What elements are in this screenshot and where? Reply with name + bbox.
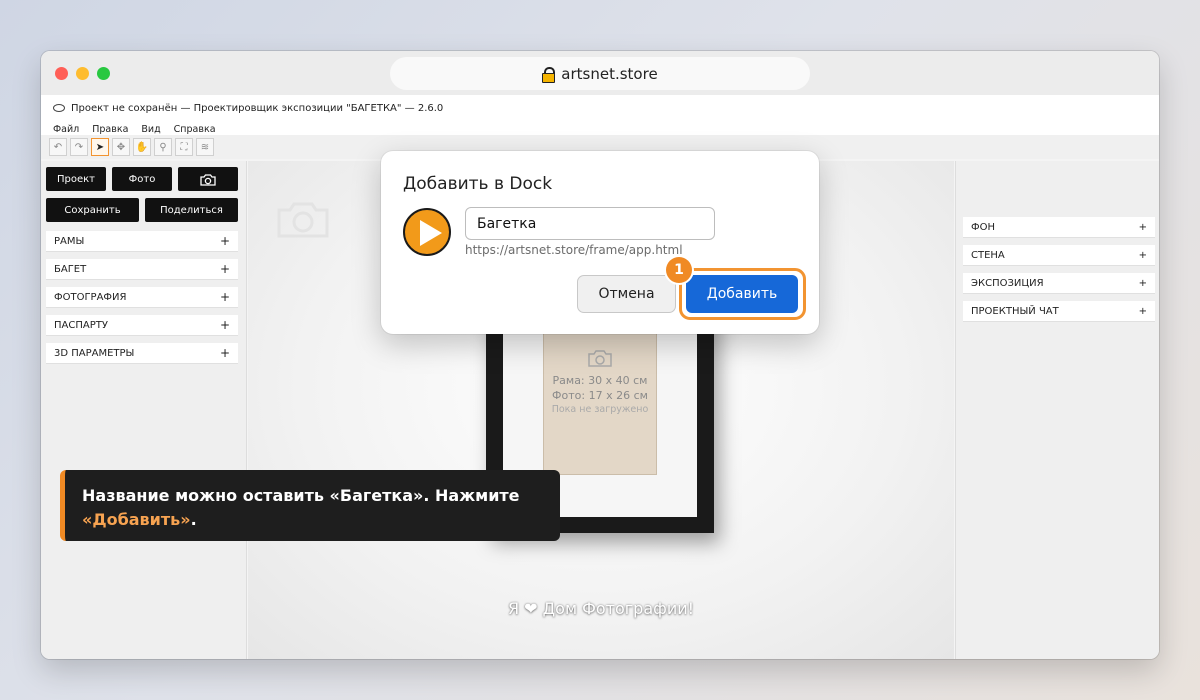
- plus-icon: +: [219, 318, 230, 332]
- redo-icon[interactable]: ↷: [70, 138, 88, 156]
- lock-icon: [542, 66, 556, 83]
- tooltip-highlight: «Добавить»: [82, 510, 191, 529]
- app-play-icon: [403, 208, 451, 256]
- camera-button[interactable]: [178, 167, 238, 191]
- menu-view[interactable]: Вид: [141, 124, 160, 135]
- camera-icon: [588, 350, 612, 367]
- plus-icon: +: [219, 234, 230, 248]
- menu-file[interactable]: Файл: [53, 124, 79, 135]
- section-background[interactable]: ФОН +: [963, 217, 1155, 238]
- camera-icon: [277, 202, 329, 238]
- close-window-button[interactable]: [55, 67, 68, 80]
- menu-edit[interactable]: Правка: [92, 124, 128, 135]
- section-exposition-label: ЭКСПОЗИЦИЯ: [971, 277, 1044, 289]
- photo-status-text: Пока не загружено: [551, 404, 649, 415]
- app-title-bar: Проект не сохранён — Проектировщик экспо…: [41, 95, 1159, 121]
- plus-icon: +: [1138, 249, 1147, 261]
- section-passepartout-label: ПАСПАРТУ: [54, 319, 108, 331]
- plus-icon: +: [1138, 305, 1147, 317]
- section-3d-params[interactable]: 3D ПАРАМЕТРЫ +: [46, 343, 238, 364]
- add-to-dock-dialog: Добавить в Dock https://artsnet.store/fr…: [381, 151, 819, 334]
- tooltip-text: Название можно оставить «Багетка». Нажми…: [82, 486, 520, 505]
- address-bar-url: artsnet.store: [561, 64, 658, 83]
- photo-button[interactable]: Фото: [112, 167, 172, 191]
- minimize-window-button[interactable]: [76, 67, 89, 80]
- project-button[interactable]: Проект: [46, 167, 106, 191]
- select-icon[interactable]: ➤: [91, 138, 109, 156]
- app-title: Проект не сохранён — Проектировщик экспо…: [71, 102, 444, 114]
- tooltip-text-end: .: [190, 510, 197, 529]
- browser-titlebar: artsnet.store: [41, 51, 1159, 95]
- slogan-text: Я ❤ Дом Фотографии!: [507, 599, 695, 618]
- photo-size-text: Фото: 17 x 26 см: [552, 389, 648, 402]
- address-bar[interactable]: artsnet.store: [390, 57, 810, 90]
- hand-icon[interactable]: ✋: [133, 138, 151, 156]
- plus-icon: +: [219, 346, 230, 360]
- undo-icon[interactable]: ↶: [49, 138, 67, 156]
- section-3d-params-label: 3D ПАРАМЕТРЫ: [54, 347, 135, 359]
- app-name-input[interactable]: [465, 207, 715, 240]
- add-button[interactable]: Добавить: [686, 275, 798, 313]
- section-frames[interactable]: РАМЫ +: [46, 231, 238, 252]
- section-project-chat[interactable]: ПРОЕКТНЫЙ ЧАТ +: [963, 301, 1155, 322]
- section-background-label: ФОН: [971, 221, 995, 233]
- dialog-title: Добавить в Dock: [403, 174, 553, 194]
- section-wall[interactable]: СТЕНА +: [963, 245, 1155, 266]
- section-photography-label: ФОТОГРАФИЯ: [54, 291, 127, 303]
- fullscreen-icon[interactable]: ⛶: [175, 138, 193, 156]
- save-button[interactable]: Сохранить: [46, 198, 139, 222]
- menu-help[interactable]: Справка: [174, 124, 216, 135]
- frame-size-text: Рама: 30 x 40 см: [552, 374, 648, 387]
- menu-bar: Файл Правка Вид Справка: [41, 121, 1159, 135]
- share-button[interactable]: Поделиться: [145, 198, 238, 222]
- browser-window: artsnet.store Проект не сохранён — Проек…: [41, 51, 1159, 659]
- section-passepartout[interactable]: ПАСПАРТУ +: [46, 315, 238, 336]
- section-baguette-label: БАГЕТ: [54, 263, 87, 275]
- tutorial-tooltip: Название можно оставить «Багетка». Нажми…: [60, 470, 560, 541]
- app-logo-icon: [53, 104, 65, 112]
- section-baguette[interactable]: БАГЕТ +: [46, 259, 238, 280]
- section-wall-label: СТЕНА: [971, 249, 1005, 261]
- move-icon[interactable]: ✥: [112, 138, 130, 156]
- camera-icon: [200, 173, 216, 186]
- plus-icon: +: [1138, 277, 1147, 289]
- cancel-button[interactable]: Отмена: [577, 275, 676, 313]
- magic-wand-icon[interactable]: ⚲: [154, 138, 172, 156]
- photo-placeholder[interactable]: Рама: 30 x 40 см Фото: 17 x 26 см Пока н…: [543, 331, 657, 475]
- right-panel: ФОН + СТЕНА + ЭКСПОЗИЦИЯ + ПРОЕКТНЫЙ ЧАТ…: [955, 161, 1159, 659]
- layers-icon[interactable]: ≋: [196, 138, 214, 156]
- section-exposition[interactable]: ЭКСПОЗИЦИЯ +: [963, 273, 1155, 294]
- zoom-window-button[interactable]: [97, 67, 110, 80]
- section-project-chat-label: ПРОЕКТНЫЙ ЧАТ: [971, 305, 1059, 317]
- plus-icon: +: [1138, 221, 1147, 233]
- section-frames-label: РАМЫ: [54, 235, 85, 247]
- step-badge: 1: [666, 257, 692, 283]
- left-panel: Проект Фото Сохранить Поделиться РАМЫ + …: [41, 161, 247, 659]
- plus-icon: +: [219, 290, 230, 304]
- plus-icon: +: [219, 262, 230, 276]
- section-photography[interactable]: ФОТОГРАФИЯ +: [46, 287, 238, 308]
- app-url-text: https://artsnet.store/frame/app.html: [465, 243, 683, 257]
